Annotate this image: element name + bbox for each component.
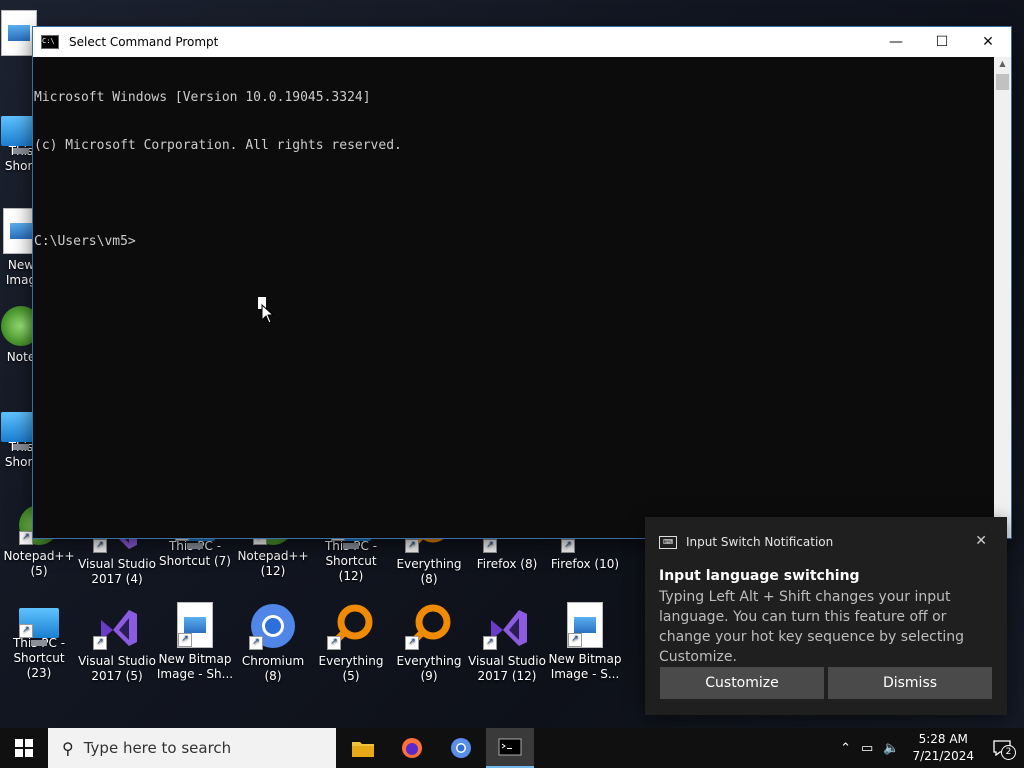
firefox-icon [402,738,422,758]
mouse-pointer-icon [261,304,275,324]
icon-label: Everything (9) [396,654,462,683]
command-prompt-taskbar-button[interactable] [486,728,534,768]
chromium-icon [451,738,471,758]
maximize-button[interactable]: ☐ [919,27,965,57]
scroll-thumb[interactable] [996,74,1009,90]
start-button[interactable] [0,728,48,768]
console-prompt: C:\Users\vm5> [34,234,136,249]
desktop-row2-icon-2[interactable]: ↗ Visual Studio 2017 (5) [78,602,156,684]
icon-label: New Bitmap Image - S... [548,652,622,681]
icon-label: Firefox (8) [476,557,538,571]
icon-label: Notepad++ (12) [237,549,309,578]
volume-muted-icon[interactable]: 🔈 [883,741,899,756]
notification-header: ⌨ Input Switch Notification [659,535,833,549]
minimize-button[interactable]: — [873,27,919,57]
cmd-app-icon: C:\ [41,35,59,49]
shortcut-arrow-icon: ↗ [19,531,33,545]
folder-icon [352,742,374,757]
this-pc-icon: ↗ [19,608,59,646]
shortcut-arrow-icon: ↗ [19,624,33,638]
shortcut-arrow-icon: ↗ [483,539,497,553]
windows-logo-icon [15,739,33,757]
firefox-taskbar-button[interactable] [388,728,436,768]
icon-label: Everything (8) [396,557,462,586]
title-bar[interactable]: C:\ Select Command Prompt — ☐ ✕ [33,27,1011,57]
taskbar: ⚲ Type here to search ⌃ ▭ 🔈 5:28 AM 7/21… [0,728,1024,768]
visual-studio-icon: ↗ [93,602,141,650]
customize-button[interactable]: Customize [660,667,824,699]
icon-label: Notepad++ (5) [3,549,75,578]
desktop-row2-icon-3[interactable]: ↗ New Bitmap Image - Sh... [156,602,234,682]
window-title: Select Command Prompt [69,35,219,49]
desktop-row2-icon-5[interactable]: ↗ Everything (5) [312,602,390,684]
desktop-row2-icon-1[interactable]: ↗ This PC - Shortcut (23) [0,602,78,681]
icon-label: Visual Studio 2017 (12) [468,654,546,683]
desktop-row2-icon-4[interactable]: ↗ Chromium (8) [234,602,312,684]
system-tray: ⌃ ▭ 🔈 5:28 AM 7/21/2024 2 [835,728,1024,768]
desktop-row2-icon-6[interactable]: ↗ Everything (9) [390,602,468,684]
scroll-up-arrow-icon[interactable]: ▲ [994,57,1011,71]
bitmap-image-icon: ↗ [567,602,603,648]
search-icon: ⚲ [62,738,74,758]
bitmap-image-icon: ↗ [177,602,213,648]
search-placeholder: Type here to search [83,739,232,757]
icon-label: Visual Studio 2017 (4) [78,557,156,586]
shortcut-arrow-icon: ↗ [93,539,107,553]
console-line: Microsoft Windows [Version 10.0.19045.33… [34,90,371,105]
shortcut-arrow-icon: ↗ [178,633,192,647]
dismiss-button[interactable]: Dismiss [828,667,992,699]
visual-studio-icon: ↗ [483,602,531,650]
desktop-row2-icon-8[interactable]: ↗ New Bitmap Image - S... [546,602,624,682]
everything-search-icon: ↗ [405,602,453,650]
chromium-icon: ↗ [249,602,297,650]
shortcut-arrow-icon: ↗ [327,636,341,650]
desktop-row2-icon-7[interactable]: ↗ Visual Studio 2017 (12) [468,602,546,684]
close-icon[interactable]: ✕ [975,533,987,549]
bitmap-icon [1,10,37,56]
action-center-button[interactable]: 2 [988,736,1016,760]
time: 5:28 AM [918,732,968,746]
notification-title: Input language switching [659,568,860,584]
notification-app-name: Input Switch Notification [686,535,834,549]
network-icon[interactable]: ▭ [861,741,873,756]
console-output[interactable]: Microsoft Windows [Version 10.0.19045.33… [33,57,994,538]
notification-message: Typing Left Alt + Shift changes your inp… [659,589,965,665]
terminal-icon [498,738,522,756]
icon-label: Visual Studio 2017 (5) [78,654,156,683]
vertical-scrollbar[interactable]: ▲ [994,57,1011,538]
chevron-up-icon[interactable]: ⌃ [840,741,851,756]
shortcut-arrow-icon: ↗ [483,636,497,650]
notification-count-badge: 2 [1001,745,1016,760]
icon-label: Chromium (8) [241,654,305,683]
command-prompt-window[interactable]: C:\ Select Command Prompt — ☐ ✕ Microsof… [33,27,1011,538]
icon-label: Firefox (10) [550,557,620,571]
everything-search-icon: ↗ [327,602,375,650]
icon-label: Everything (5) [318,654,384,683]
date: 7/21/2024 [912,749,974,763]
icon-label: New Bitmap Image - Sh... [156,652,234,681]
shortcut-arrow-icon: ↗ [405,636,419,650]
file-explorer-taskbar-button[interactable] [339,728,387,768]
search-box[interactable]: ⚲ Type here to search [48,728,336,768]
console-line: (c) Microsoft Corporation. All rights re… [34,138,402,153]
shortcut-arrow-icon: ↗ [93,636,107,650]
chromium-taskbar-button[interactable] [437,728,485,768]
shortcut-arrow-icon: ↗ [568,633,582,647]
input-switch-notification[interactable]: ⌨ Input Switch Notification ✕ Input lang… [645,517,1007,715]
clock[interactable]: 5:28 AM 7/21/2024 [912,731,974,765]
shortcut-arrow-icon: ↗ [405,539,419,553]
close-button[interactable]: ✕ [965,27,1011,57]
shortcut-arrow-icon: ↗ [561,539,575,553]
shortcut-arrow-icon: ↗ [249,636,263,650]
keyboard-icon: ⌨ [659,535,677,549]
